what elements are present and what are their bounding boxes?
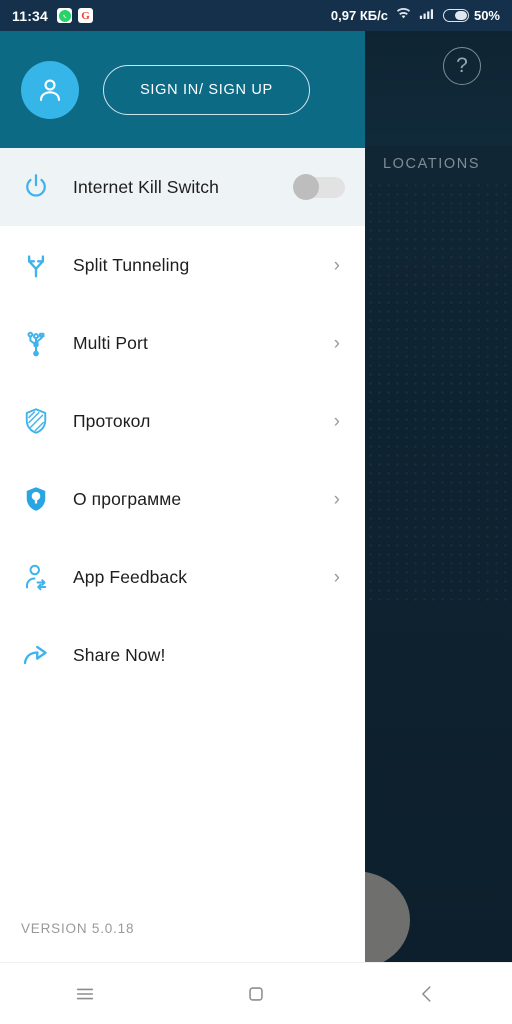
help-icon[interactable]: ? xyxy=(443,47,481,85)
menu-item-label: Share Now! xyxy=(73,644,166,665)
status-clock: 11:34 xyxy=(12,7,49,24)
battery-percent-label: 50% xyxy=(473,8,500,23)
usb-port-icon xyxy=(21,328,65,358)
internet-kill-switch-toggle[interactable] xyxy=(293,174,345,200)
sign-in-sign-up-button[interactable]: SIGN IN/ SIGN UP xyxy=(103,64,310,115)
android-navigation-bar xyxy=(0,962,512,1024)
share-arrow-icon xyxy=(21,640,65,670)
back-chevron-icon[interactable] xyxy=(392,963,462,1024)
status-right-cluster: 0,97 КБ/c 50% xyxy=(331,6,500,25)
menu-item-split-tunneling[interactable]: Split Tunneling › xyxy=(0,226,365,304)
battery-indicator: 50% xyxy=(442,8,500,23)
chevron-right-icon: › xyxy=(333,566,340,588)
menu-icon[interactable] xyxy=(50,963,120,1024)
google-icon: G xyxy=(78,8,94,23)
menu-item-label: О программе xyxy=(73,488,182,509)
status-notification-icons: G xyxy=(57,8,94,23)
chevron-right-icon: › xyxy=(333,332,340,354)
menu-item-label: Split Tunneling xyxy=(73,254,190,275)
menu-item-about[interactable]: О программе › xyxy=(0,460,365,538)
drawer-menu: Internet Kill Switch Split Tunneling › M… xyxy=(0,148,365,921)
menu-item-multi-port[interactable]: Multi Port › xyxy=(0,304,365,382)
drawer-header: SIGN IN/ SIGN UP xyxy=(0,31,365,148)
menu-item-share-now[interactable]: Share Now! xyxy=(0,616,365,694)
square-home-icon[interactable] xyxy=(221,963,291,1024)
chevron-right-icon: › xyxy=(333,254,340,276)
wifi-icon xyxy=(395,6,412,25)
menu-item-label: Multi Port xyxy=(73,332,148,353)
battery-icon xyxy=(442,9,469,22)
striped-shield-icon xyxy=(21,406,65,436)
menu-item-label: Internet Kill Switch xyxy=(73,176,219,197)
split-arrows-icon xyxy=(21,250,65,280)
feedback-person-icon xyxy=(21,562,65,592)
menu-item-label: Протокол xyxy=(73,410,151,431)
toggle-knob xyxy=(293,174,319,200)
menu-item-protocol[interactable]: Протокол › xyxy=(0,382,365,460)
cellular-signal-icon xyxy=(419,7,436,25)
menu-item-label: App Feedback xyxy=(73,566,188,587)
chevron-right-icon: › xyxy=(333,410,340,432)
app-version-label: VERSION 5.0.18 xyxy=(21,921,135,936)
chevron-right-icon: › xyxy=(333,488,340,510)
menu-item-internet-kill-switch[interactable]: Internet Kill Switch xyxy=(0,148,365,226)
whatsapp-icon xyxy=(57,8,73,23)
navigation-drawer: SIGN IN/ SIGN UP Internet Kill Switch Sp… xyxy=(0,31,365,962)
status-bar: 11:34 G 0,97 КБ/c 50% xyxy=(0,0,512,31)
power-icon xyxy=(21,172,65,202)
user-avatar-icon[interactable] xyxy=(21,60,79,119)
menu-item-app-feedback[interactable]: App Feedback › xyxy=(0,538,365,616)
locations-label[interactable]: LOCATIONS xyxy=(383,156,480,172)
phone-screen: 11:34 G 0,97 КБ/c 50% ? LOCATIONS SIGN I… xyxy=(0,0,512,1024)
network-speed-label: 0,97 КБ/c xyxy=(330,8,388,23)
shield-icon xyxy=(21,484,65,514)
